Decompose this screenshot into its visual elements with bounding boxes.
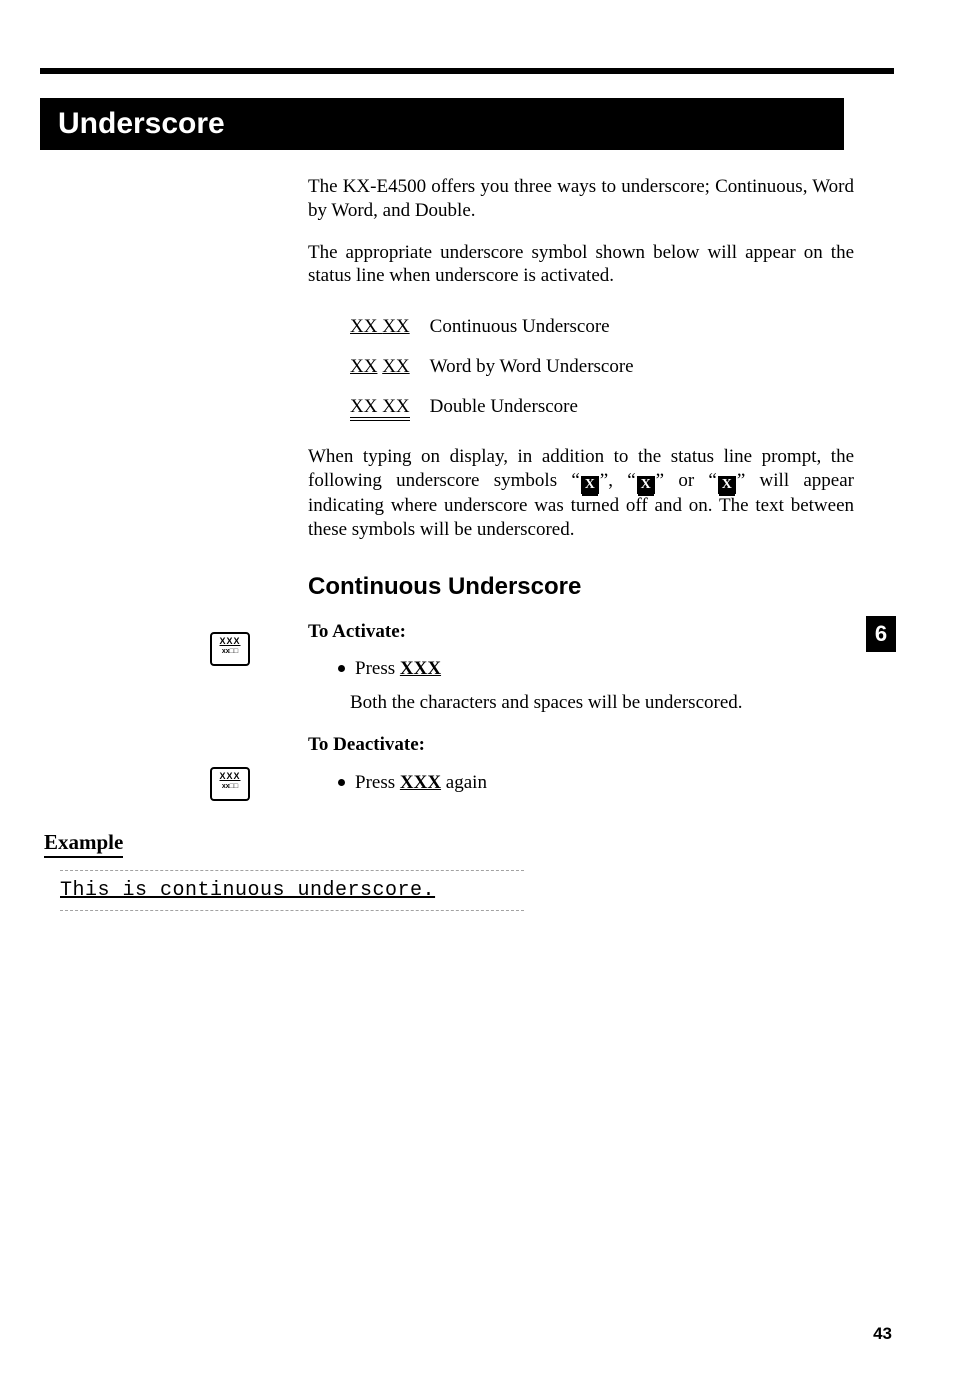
bullet-icon [338,665,345,672]
dotted-rule [60,870,524,871]
inverse-x-icon: X [637,476,655,494]
step-text: Press XXX again [355,771,487,795]
key-icon-line2: xx□□ [212,783,248,790]
text-run: ” or “ [656,470,717,491]
table-row: XX XX Continuous Underscore [350,308,652,346]
text-run: Press [355,658,400,679]
display-symbols-para: When typing on display, in addition to t… [308,445,854,541]
glyph-a: XX [350,356,377,377]
bullet-icon [338,779,345,786]
to-activate-heading: To Activate: [308,620,854,644]
dotted-rule [60,910,524,911]
section-title: Underscore [58,107,225,141]
intro-para-2: The appropriate underscore symbol shown … [308,241,854,289]
activate-note: Both the characters and spaces will be u… [350,691,854,715]
underscore-symbol-table: XX XX Continuous Underscore XX XX Word b… [348,306,654,427]
label-cell: Word by Word Underscore [430,348,652,386]
key-icon-line2: xx□□ [212,648,248,655]
symbol-cell: XX XX [350,348,428,386]
key-icon: XXX xx□□ [210,767,250,801]
key-icon: XXX xx□□ [210,632,250,666]
subsection-heading: Continuous Underscore [308,572,854,602]
example-output: This is continuous underscore. [60,870,524,911]
inverse-x-icon: X [718,476,736,494]
label-cell: Double Underscore [430,388,652,426]
key-name: XXX [400,658,441,679]
activate-step: Press XXX [338,657,854,681]
glyph-b: XX [382,316,409,337]
example-text: This is continuous underscore. [60,879,435,902]
top-rule [40,68,894,74]
section-title-bar: Underscore [40,98,844,150]
text-run: ”, “ [600,470,636,491]
body-column: The KX-E4500 offers you three ways to un… [308,175,854,804]
manual-page: Underscore 6 The KX-E4500 offers you thr… [0,0,954,1388]
key-name: XXX [400,772,441,793]
key-icon-line1: XXX [212,772,248,781]
key-icon-line1: XXX [212,637,248,646]
text-run: again [441,772,487,793]
step-text: Press XXX [355,657,441,681]
example-heading: Example [44,830,123,858]
table-row: XX XX Word by Word Underscore [350,348,652,386]
symbol-cell: XX XX [350,388,428,426]
glyph-b: XX [382,356,409,377]
symbol-cell: XX XX [350,308,428,346]
glyph-a: XX [350,316,377,337]
label-cell: Continuous Underscore [430,308,652,346]
inverse-x-icon: X [581,476,599,494]
page-number: 43 [873,1324,892,1344]
text-run: Press [355,772,400,793]
glyph-a: XX [350,396,377,417]
intro-para-1: The KX-E4500 offers you three ways to un… [308,175,854,223]
to-deactivate-heading: To Deactivate: [308,733,854,757]
glyph-b: XX [382,396,409,417]
table-row: XX XX Double Underscore [350,388,652,426]
chapter-tab: 6 [866,616,896,652]
deactivate-step: Press XXX again [338,771,854,795]
